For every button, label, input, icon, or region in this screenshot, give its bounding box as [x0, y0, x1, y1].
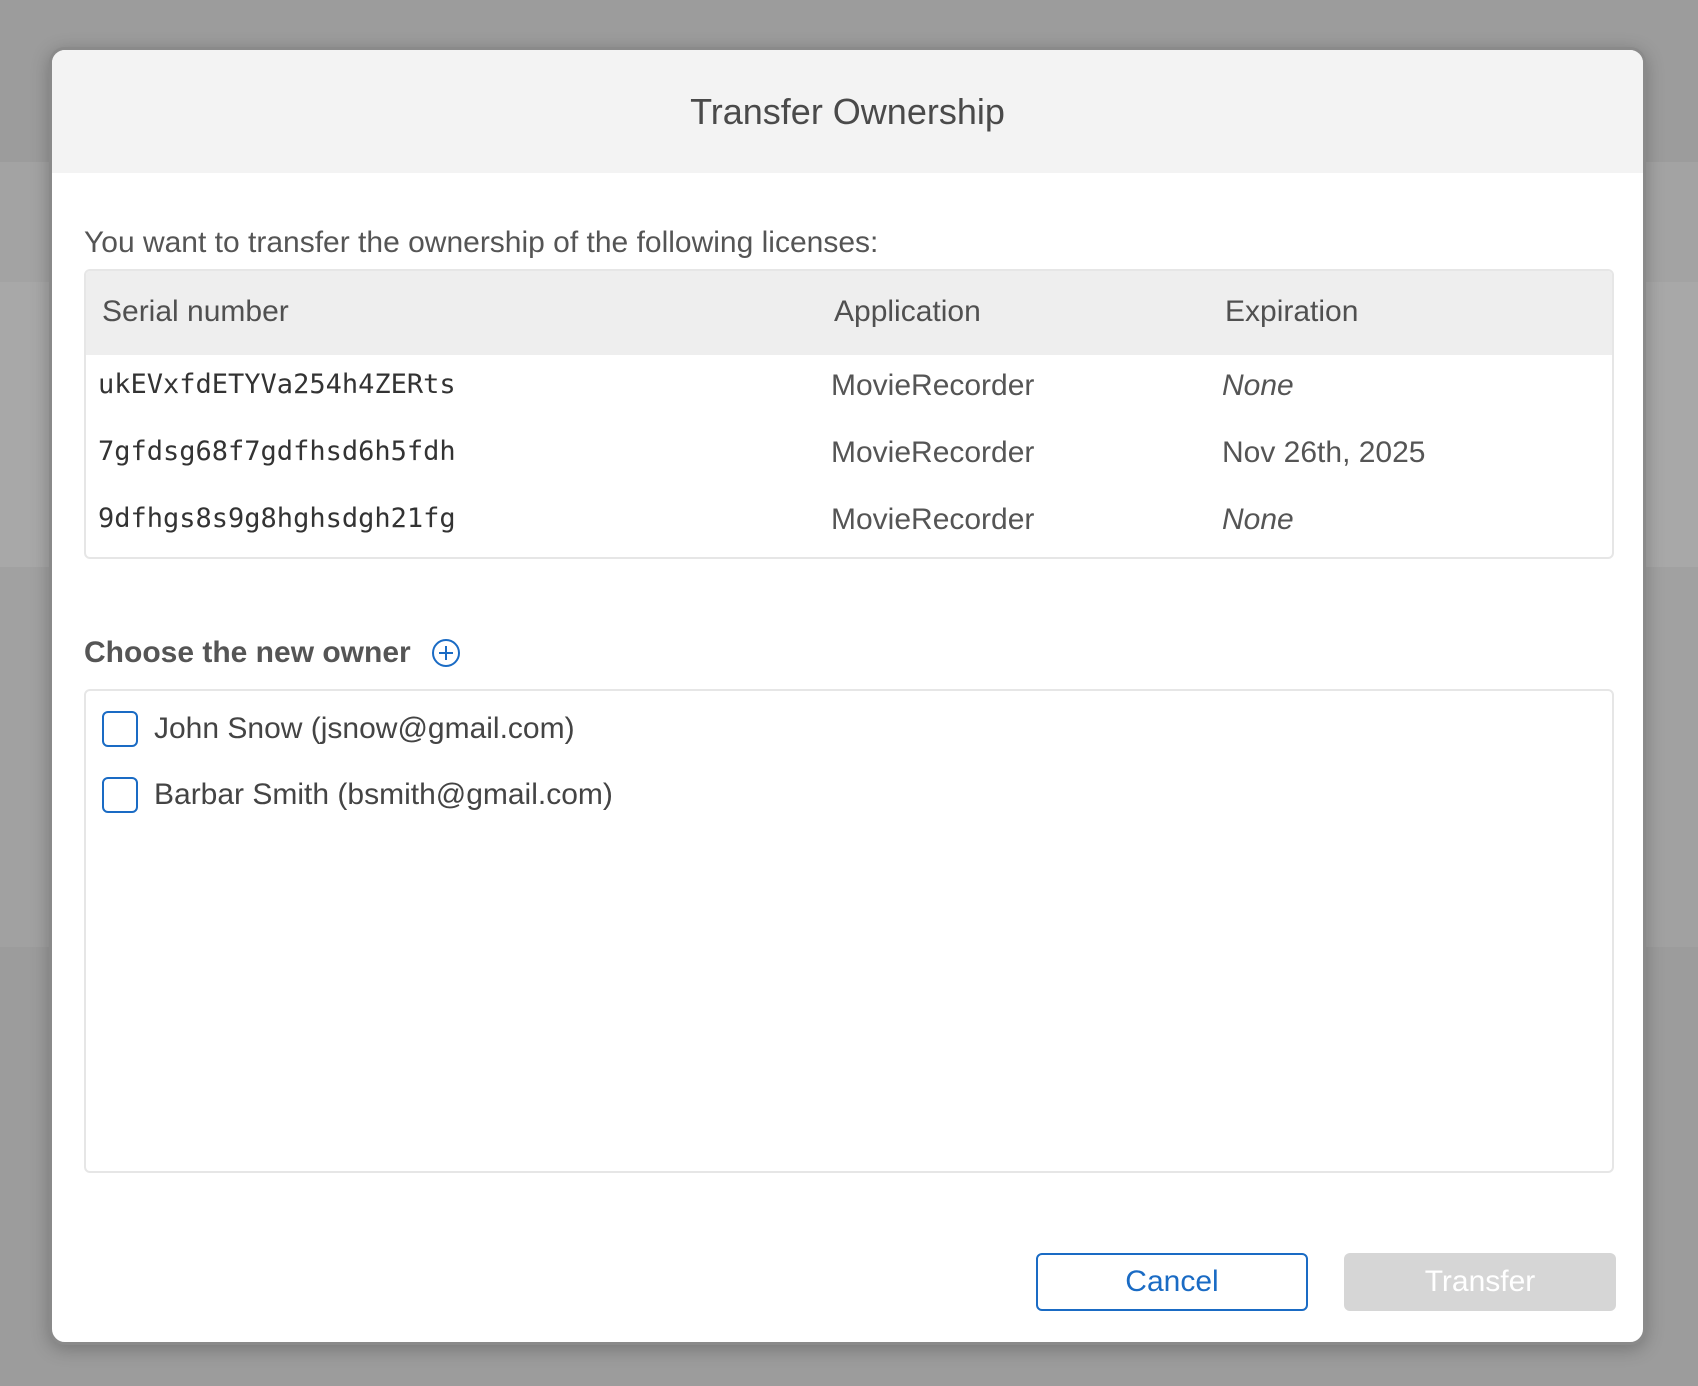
application-cell: MovieRecorder [831, 436, 1035, 469]
intro-text: You want to transfer the ownership of th… [84, 226, 879, 259]
expiration-cell: Nov 26th, 2025 [1222, 436, 1426, 469]
transfer-button[interactable]: Transfer [1344, 1253, 1616, 1311]
cancel-button[interactable]: Cancel [1036, 1253, 1308, 1311]
dialog-header: Transfer Ownership [52, 50, 1643, 173]
transfer-ownership-dialog: Transfer Ownership You want to transfer … [49, 47, 1646, 1345]
owner-label: John Snow (jsnow@gmail.com) [154, 712, 575, 745]
owner-option-barbar-smith[interactable]: Barbar Smith (bsmith@gmail.com) [102, 777, 613, 813]
license-table: Serial number Application Expiration ukE… [84, 269, 1614, 559]
column-header-application: Application [834, 295, 981, 328]
owner-label: Barbar Smith (bsmith@gmail.com) [154, 778, 613, 811]
serial-cell: 7gfdsg68f7gdfhsd6h5fdh [98, 436, 456, 467]
plus-circle-icon[interactable] [431, 638, 461, 668]
table-row: 7gfdsg68f7gdfhsd6h5fdh MovieRecorder Nov… [86, 422, 1612, 489]
expiration-cell: None [1222, 503, 1294, 536]
owner-list: John Snow (jsnow@gmail.com) Barbar Smith… [84, 689, 1614, 1173]
column-header-expiration: Expiration [1225, 295, 1359, 328]
column-header-serial: Serial number [102, 295, 289, 328]
new-owner-label: Choose the new owner [84, 636, 411, 669]
owner-option-john-snow[interactable]: John Snow (jsnow@gmail.com) [102, 711, 575, 747]
new-owner-section-label: Choose the new owner [84, 636, 461, 670]
owner-checkbox[interactable] [102, 777, 138, 813]
serial-cell: 9dfhgs8s9g8hghsdgh21fg [98, 503, 456, 534]
table-row: 9dfhgs8s9g8hghsdgh21fg MovieRecorder Non… [86, 489, 1612, 556]
table-header: Serial number Application Expiration [86, 271, 1612, 355]
application-cell: MovieRecorder [831, 369, 1035, 402]
serial-cell: ukEVxfdETYVa254h4ZERts [98, 369, 456, 400]
table-row: ukEVxfdETYVa254h4ZERts MovieRecorder Non… [86, 355, 1612, 422]
application-cell: MovieRecorder [831, 503, 1035, 536]
dialog-title: Transfer Ownership [690, 90, 1005, 132]
expiration-cell: None [1222, 369, 1294, 402]
owner-checkbox[interactable] [102, 711, 138, 747]
